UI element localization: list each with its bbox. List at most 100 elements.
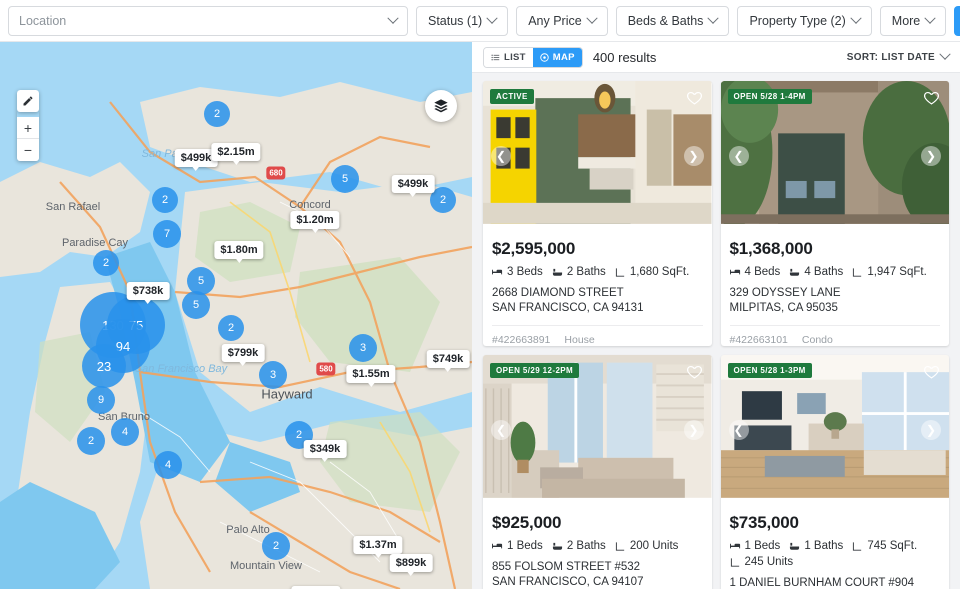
map-cluster-marker[interactable]: 2 <box>77 427 105 455</box>
location-search-field[interactable] <box>8 5 408 36</box>
listing-spec: 200 Units <box>615 540 678 552</box>
view-toggle[interactable]: LIST MAP <box>483 46 583 68</box>
listing-price: $1,368,000 <box>729 239 813 258</box>
results-pane: LIST MAP 400 results SORT: LIST DATE ACT… <box>472 42 960 589</box>
map-cluster-marker[interactable]: 2 <box>218 315 244 341</box>
map-cluster-marker[interactable]: 5 <box>182 291 210 319</box>
listing-price: $925,000 <box>492 513 562 532</box>
map-layers-button[interactable] <box>425 90 457 122</box>
listing-spec-text: 3 Beds <box>507 266 543 278</box>
map-zoom-controls[interactable]: + − <box>17 90 39 161</box>
listing-spec-text: 1,680 SqFt. <box>629 266 690 278</box>
listing-photo[interactable]: ACTIVE ❮ ❯ <box>483 81 712 230</box>
listing-address-line1: 329 ODYSSEY LANE <box>729 287 841 299</box>
map-price-pin[interactable]: $499k <box>391 175 435 197</box>
listing-price: $2,595,000 <box>492 239 576 258</box>
map-pin-icon <box>540 52 549 62</box>
listing-spec-text: 4 Beds <box>744 266 781 278</box>
layers-icon <box>434 99 448 113</box>
listing-spec-text: 1 Beds <box>744 540 781 552</box>
chevron-down-icon <box>924 12 936 24</box>
listing-card-1[interactable]: ACTIVE ❮ ❯ $2,595,000 3 Beds 2 Baths 1,680 SqF… <box>483 81 712 346</box>
listing-spec: 1,947 SqFt. <box>852 266 927 278</box>
listing-info: $1,368,000 4 Beds 4 Baths 1,947 SqFt. 329 OD… <box>721 230 950 346</box>
photo-prev-button[interactable]: ❮ <box>491 145 511 166</box>
property-type-filter[interactable]: Property Type (2) <box>737 5 872 36</box>
listing-spec: 4 Baths <box>789 266 843 278</box>
list-view-tab[interactable]: LIST <box>484 47 533 67</box>
photo-prev-button[interactable]: ❮ <box>728 145 749 166</box>
bath-icon <box>789 541 800 552</box>
status-filter-label: Status (1) <box>428 13 483 28</box>
favorite-heart-icon[interactable] <box>923 363 940 380</box>
map-view-tab[interactable]: MAP <box>532 47 582 67</box>
favorite-heart-icon[interactable] <box>686 363 703 380</box>
draw-tool-button[interactable] <box>17 90 39 112</box>
map-cluster-marker[interactable]: 4 <box>111 418 139 446</box>
map-cluster-marker[interactable]: 3 <box>259 361 287 389</box>
map-cluster-marker[interactable]: 4 <box>154 451 182 479</box>
chevron-down-icon <box>586 12 598 24</box>
listing-card-3[interactable]: OPEN 5/29 12-2PM ❮ ❯ $925,000 1 Beds 2 Baths 2… <box>483 355 712 589</box>
map-price-pin[interactable]: $738k <box>126 282 170 304</box>
map-cluster-marker[interactable]: 2 <box>204 101 230 127</box>
map-price-pin[interactable]: $2.15m <box>211 143 261 165</box>
photo-prev-button[interactable]: ❮ <box>491 419 511 440</box>
map-cluster-marker[interactable]: 2 <box>262 532 290 560</box>
photo-next-button[interactable]: ❯ <box>921 145 941 166</box>
save-search-button[interactable]: Save Search <box>954 5 960 36</box>
sort-control[interactable]: SORT: LIST DATE <box>847 48 951 63</box>
map-price-pin[interactable]: $899k <box>389 554 433 576</box>
property-type-filter-label: Property Type (2) <box>749 13 846 28</box>
map-price-pin[interactable]: $749k <box>426 350 470 372</box>
map-cluster-marker[interactable]: 9 <box>87 386 115 414</box>
listing-address-line2: MILPITAS, CA 95035 <box>729 302 838 314</box>
map-price-pin[interactable]: $1.20m <box>290 211 340 233</box>
photo-prev-button[interactable]: ❮ <box>728 419 749 440</box>
area-icon <box>730 557 741 568</box>
listing-spec-text: 1,947 SqFt. <box>867 266 927 278</box>
photo-next-button[interactable]: ❯ <box>683 419 704 440</box>
bed-icon <box>729 541 741 552</box>
map-price-pin[interactable]: $1.55m <box>346 365 396 387</box>
listing-meta: #422663891 House <box>492 325 703 346</box>
highway-shield-icon: 580 <box>316 362 336 376</box>
zoom-in-button[interactable]: + <box>17 117 39 139</box>
filter-chip-group: Status (1) Any Price Beds & Baths Property … <box>416 5 947 36</box>
listing-card-4[interactable]: OPEN 5/28 1-3PM ❮ ❯ $735,000 1 Beds 1 Baths 74… <box>720 355 949 589</box>
map-price-pin[interactable]: $349k <box>303 440 347 462</box>
favorite-heart-icon[interactable] <box>686 89 703 106</box>
photo-next-button[interactable]: ❯ <box>683 145 704 166</box>
listing-address-line2: SAN FRANCISCO, CA 94131 <box>492 302 644 314</box>
map-cluster-marker[interactable]: 2 <box>93 250 119 276</box>
favorite-heart-icon[interactable] <box>923 89 940 106</box>
map-price-pin[interactable]: $1.80m <box>214 241 264 263</box>
listing-status-badge: OPEN 5/28 1-4PM <box>727 89 812 104</box>
listing-spec: 745 SqFt. <box>852 540 917 552</box>
more-filter[interactable]: More <box>879 5 947 36</box>
listing-photo[interactable]: OPEN 5/28 1-4PM ❮ ❯ <box>720 81 949 230</box>
map-cluster-marker[interactable]: 5 <box>331 165 359 193</box>
listing-card-2[interactable]: OPEN 5/28 1-4PM ❮ ❯ $1,368,000 4 Beds 4 Baths… <box>720 81 950 346</box>
location-input[interactable] <box>19 13 389 28</box>
price-filter[interactable]: Any Price <box>516 5 608 36</box>
map-cluster-marker[interactable]: 2 <box>152 187 178 213</box>
photo-next-button[interactable]: ❯ <box>921 419 941 440</box>
results-toolbar: LIST MAP 400 results SORT: LIST DATE <box>472 42 960 73</box>
map-view-label: MAP <box>552 51 575 63</box>
listing-photo[interactable]: OPEN 5/29 12-2PM ❮ ❯ <box>483 355 712 504</box>
map-cluster-marker[interactable]: 23 <box>82 344 126 388</box>
listing-spec: 2 Baths <box>552 266 606 278</box>
map-cluster-marker[interactable]: 7 <box>153 220 181 248</box>
status-filter[interactable]: Status (1) <box>416 5 509 36</box>
map-cluster-marker[interactable]: 3 <box>349 334 377 362</box>
listing-photo[interactable]: OPEN 5/28 1-3PM ❮ ❯ <box>720 355 949 504</box>
listing-meta: #422663101 Condo <box>729 325 940 346</box>
map-price-pin[interactable]: $1.37m <box>353 536 403 558</box>
map-price-pin[interactable]: $799k <box>221 344 265 366</box>
map-pane[interactable]: + − San Pablo BaySan RafaelParadise CayC… <box>0 42 472 589</box>
beds-baths-filter[interactable]: Beds & Baths <box>615 5 730 36</box>
zoom-out-button[interactable]: − <box>17 139 39 161</box>
listing-info: $925,000 1 Beds 2 Baths 200 Units 855 FOLSOM… <box>483 504 712 589</box>
listing-price: $735,000 <box>729 513 800 532</box>
